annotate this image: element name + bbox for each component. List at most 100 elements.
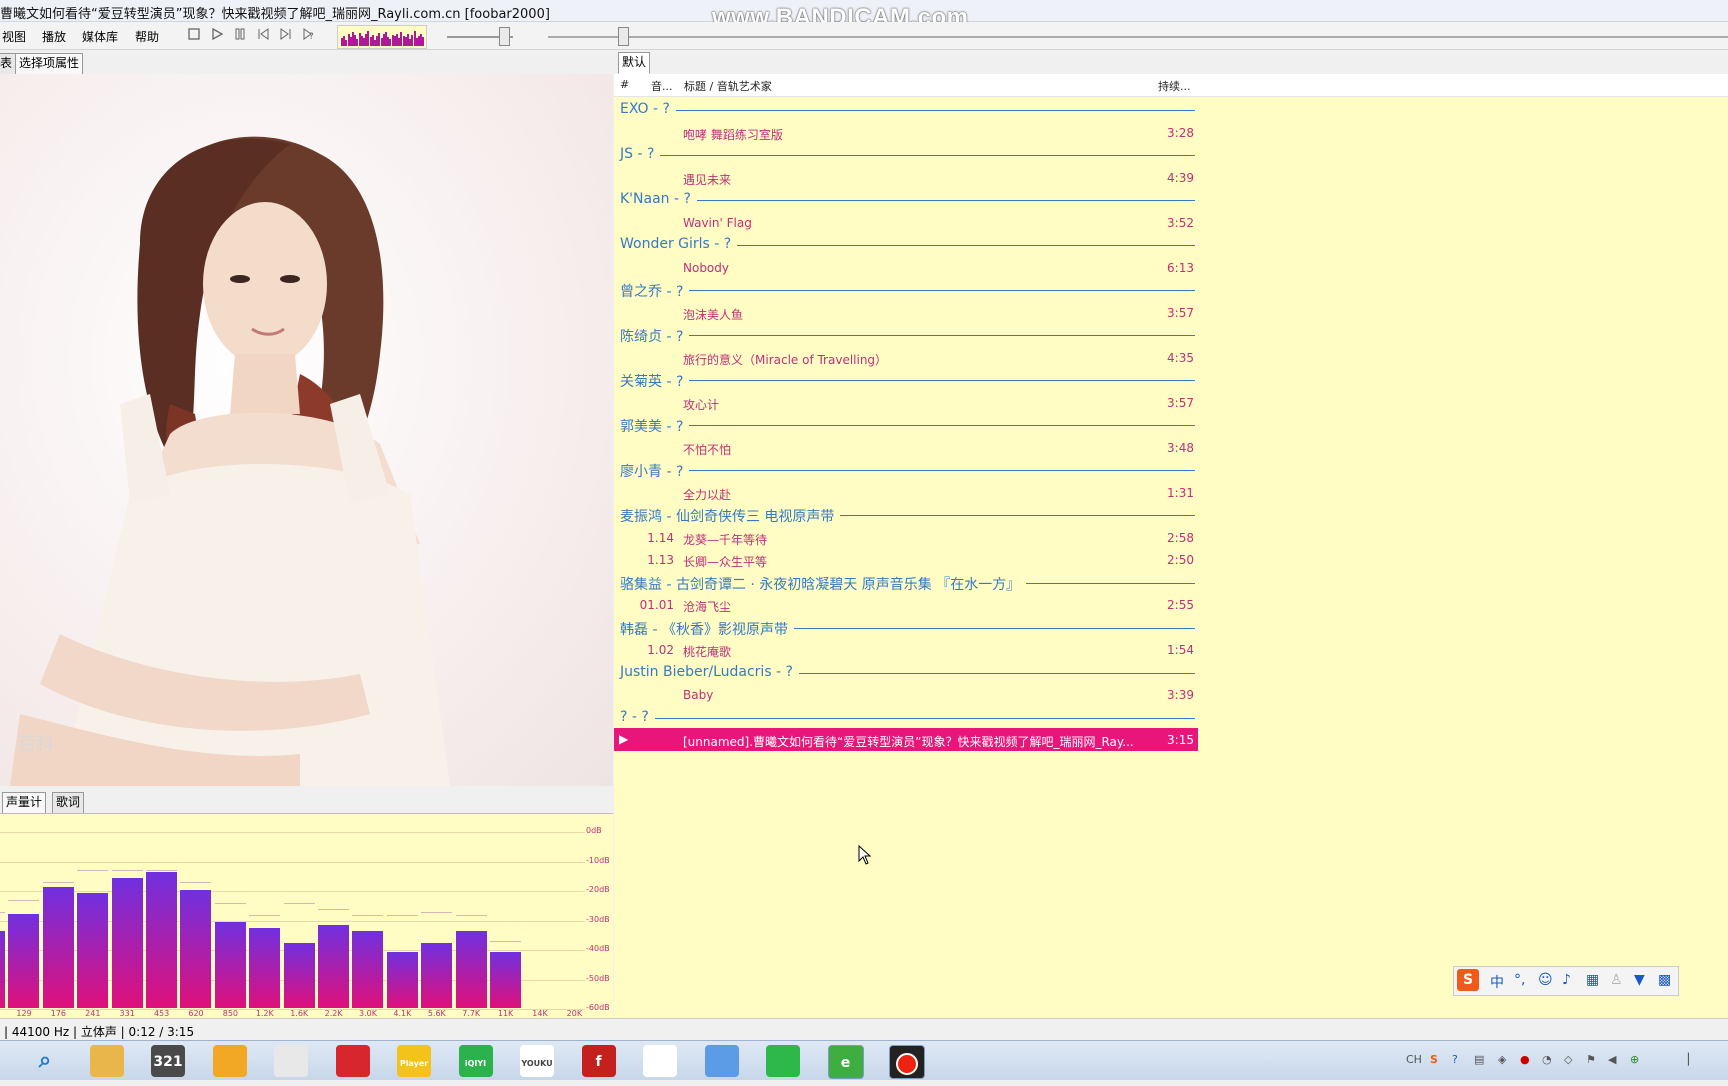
spectrum-peak: [77, 870, 109, 872]
playlist-row[interactable]: 1.02 桃花庵歌 1:54: [614, 638, 1198, 661]
column-track[interactable]: 音...: [651, 78, 673, 94]
taskbar-player-icon[interactable]: Player: [397, 1045, 431, 1077]
taskbar-321-player-icon[interactable]: 321: [151, 1045, 185, 1077]
tray-app-icon[interactable]: ⊕: [1630, 1053, 1639, 1066]
tray-help-icon[interactable]: ?: [1452, 1053, 1458, 1066]
playlist-row[interactable]: 01.01 沧海飞尘 2:55: [614, 593, 1198, 616]
taskbar-flash-icon[interactable]: f: [581, 1045, 616, 1077]
taskbar-bandicam-icon[interactable]: [889, 1045, 925, 1079]
playlist-group-header[interactable]: ? - ?: [614, 706, 1198, 729]
playlist-row[interactable]: 1.13 长卿—众生平等 2:50: [614, 548, 1198, 571]
taskbar-app-label: e: [840, 1055, 851, 1071]
seek-slider[interactable]: [618, 27, 630, 46]
taskbar-netease-music-icon[interactable]: [335, 1045, 370, 1077]
playlist-group-header[interactable]: 韩磊 - 《秋香》影视原声带: [614, 616, 1198, 639]
tray-security-icon[interactable]: ◈: [1498, 1053, 1506, 1066]
microphone-icon[interactable]: ♪: [1562, 972, 1571, 988]
tray-power-icon[interactable]: ◔: [1542, 1053, 1552, 1066]
playlist-row[interactable]: Wavin' Flag 3:52: [614, 211, 1198, 234]
tab-spectrum[interactable]: 声量计: [2, 792, 47, 814]
tray-sogou-icon[interactable]: S: [1430, 1053, 1438, 1066]
playlist-row[interactable]: 攻心计 3:57: [614, 391, 1198, 414]
tray-language[interactable]: CH: [1406, 1053, 1422, 1066]
tray-network-icon[interactable]: ▤: [1474, 1053, 1484, 1066]
playlist-row[interactable]: Nobody 6:13: [614, 256, 1198, 279]
group-divider: [620, 200, 1195, 201]
taskbar-media-player-icon[interactable]: [766, 1045, 800, 1077]
playlist-row[interactable]: Baby 3:39: [614, 683, 1198, 706]
user-icon[interactable]: ♙: [1610, 972, 1623, 988]
volume-slider[interactable]: [499, 27, 511, 46]
menu-help[interactable]: 帮助: [135, 28, 159, 45]
playlist-row[interactable]: 不怕不怕 3:48: [614, 436, 1198, 459]
menu-library[interactable]: 媒体库: [82, 28, 118, 45]
previous-icon[interactable]: [255, 27, 271, 43]
freq-label: 3.0K: [359, 1009, 377, 1018]
taskbar-alien-app-icon[interactable]: [274, 1045, 308, 1077]
track-title: 泡沫美人鱼: [683, 307, 744, 322]
tray-flag-icon[interactable]: ⚑: [1586, 1053, 1596, 1066]
tab-lyrics[interactable]: 歌词: [52, 792, 85, 814]
random-icon[interactable]: ?: [301, 27, 317, 43]
playlist-group-header[interactable]: 廖小青 - ?: [614, 458, 1198, 481]
playlist-row[interactable]: 旅行的意义（Miracle of Travelling） 4:35: [614, 346, 1198, 369]
playlist-group-header[interactable]: 郭美美 - ?: [614, 413, 1198, 436]
playlist-group-header[interactable]: K'Naan - ?: [614, 188, 1198, 211]
taskbar-iqiyi-icon[interactable]: iQIYI: [458, 1045, 493, 1077]
taskbar-browser-icon[interactable]: e: [827, 1045, 864, 1079]
playlist-group-header[interactable]: 曾之乔 - ?: [614, 278, 1198, 301]
playlist-group-header[interactable]: Justin Bieber/Ludacris - ?: [614, 661, 1198, 684]
spectrum-bar: [77, 892, 109, 1008]
taskbar-chrome-icon[interactable]: [643, 1045, 677, 1077]
playlist-row[interactable]: 咆哮 舞蹈练习室版 3:28: [614, 121, 1198, 144]
track-title: 龙葵—千年等待: [683, 532, 768, 547]
seek-track[interactable]: [548, 36, 1728, 38]
stop-icon[interactable]: [186, 27, 202, 43]
taskbar-file-explorer-icon[interactable]: [89, 1045, 124, 1077]
tab-selection-properties[interactable]: 选择项属性: [15, 53, 84, 75]
playlist-row-now-playing[interactable]: ▶ [unnamed].曹曦文如何看待“爱豆转型演员”现象？快来戳视频了解吧_瑞丽…: [614, 728, 1198, 751]
art-caption: 百科: [18, 734, 54, 754]
playlist-row[interactable]: 遇见未来 4:39: [614, 166, 1198, 189]
playlist-row[interactable]: 1.14 龙葵—千年等待 2:58: [614, 526, 1198, 549]
playlist-group-header[interactable]: 关菊英 - ?: [614, 368, 1198, 391]
tab-default-playlist[interactable]: 默认: [618, 52, 651, 74]
ime-chinese-mode[interactable]: 中: [1490, 972, 1504, 992]
playlist-group-header[interactable]: JS - ?: [614, 143, 1198, 166]
playlist-group-header[interactable]: 麦振鸿 - 仙剑奇侠传三 电视原声带: [614, 503, 1198, 526]
playlist-group-header[interactable]: Wonder Girls - ?: [614, 233, 1198, 256]
keyboard-icon[interactable]: ▦: [1586, 972, 1599, 988]
taskbar-youku-icon[interactable]: YOUKU: [520, 1045, 554, 1077]
grid-icon[interactable]: ▩: [1658, 972, 1671, 988]
playlist-row[interactable]: 全力以赴 1:31: [614, 481, 1198, 504]
taskbar-search-icon[interactable]: ⌕: [28, 1045, 62, 1077]
album-art: 百科: [0, 74, 613, 786]
menu-view[interactable]: 视图: [2, 28, 26, 45]
tab-list[interactable]: 表: [0, 53, 17, 75]
tray-shield-icon[interactable]: ◇: [1564, 1053, 1572, 1066]
spectrum-peak: [146, 870, 177, 872]
taskbar-headphones-icon[interactable]: [212, 1045, 247, 1077]
freq-label: 14K: [532, 1009, 548, 1018]
tray-volume-icon[interactable]: ◀: [1608, 1053, 1616, 1066]
sogou-logo-icon[interactable]: S: [1457, 969, 1479, 991]
tray-show-desktop[interactable]: ▏: [1688, 1053, 1696, 1066]
tray-record-icon[interactable]: ●: [1520, 1053, 1530, 1066]
playlist-row[interactable]: 泡沫美人鱼 3:57: [614, 301, 1198, 324]
ime-punctuation[interactable]: °,: [1514, 972, 1525, 988]
pause-icon[interactable]: [232, 27, 248, 43]
menu-playback[interactable]: 播放: [42, 28, 66, 45]
column-duration[interactable]: 持续...: [1158, 78, 1191, 94]
column-title-artist[interactable]: 标题 / 音轨艺术家: [684, 78, 772, 94]
spectrum-bar: [249, 928, 281, 1008]
playlist-group-header[interactable]: 陈绮贞 - ?: [614, 323, 1198, 346]
column-number[interactable]: #: [620, 78, 629, 91]
emoji-icon[interactable]: ☺: [1538, 972, 1553, 988]
playlist-group-header[interactable]: 骆集益 - 古剑奇谭二 · 永夜初晗凝碧天 原声音乐集 『在水一方』: [614, 571, 1198, 594]
taskbar-feiq-icon[interactable]: [704, 1045, 739, 1077]
playlist-tabs: 默认: [614, 50, 1728, 74]
shirt-icon[interactable]: ▼: [1634, 972, 1645, 988]
playlist-group-header[interactable]: EXO - ?: [614, 98, 1198, 121]
next-icon[interactable]: [278, 27, 294, 43]
play-icon[interactable]: [209, 27, 225, 43]
